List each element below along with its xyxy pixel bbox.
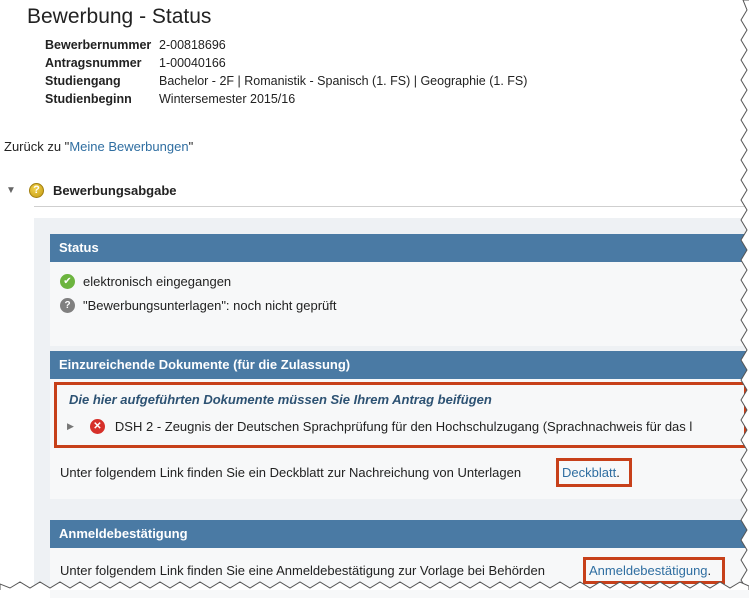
status-text: "Bewerbungsunterlagen": noch nicht geprü… [83, 297, 337, 313]
check-icon: ✔ [60, 273, 75, 289]
info-row: Studiengang Bachelor - 2F | Romanistik -… [45, 72, 527, 90]
application-info: Bewerbernummer 2-00818696 Antragsnummer … [45, 36, 527, 108]
info-value: 2-00818696 [159, 38, 226, 52]
confirmation-text: Unter folgendem Link finden Sie eine Anm… [60, 563, 545, 578]
status-text: elektronisch eingegangen [83, 273, 232, 289]
info-value: 1-00040166 [159, 56, 226, 70]
section-divider [34, 206, 749, 207]
cover-sheet-suffix: . [616, 465, 620, 480]
info-value: Bachelor - 2F | Romanistik - Spanisch (1… [159, 74, 528, 88]
back-suffix: " [188, 139, 194, 154]
section-title: Bewerbungsabgabe [53, 182, 177, 198]
status-item: ? "Bewerbungsunterlagen": noch nicht gep… [50, 293, 749, 317]
confirmation-suffix: . [707, 563, 712, 578]
confirmation-heading: Anmeldebestätigung [50, 520, 749, 548]
required-documents-box: Die hier aufgeführten Dokumente müssen S… [54, 382, 747, 448]
status-heading: Status [50, 234, 749, 262]
back-prefix: Zurück zu " [4, 139, 70, 154]
torn-edge-bottom [0, 581, 749, 590]
confirmation-link[interactable]: Anmeldebestätigung [589, 563, 708, 578]
cover-sheet-link[interactable]: Deckblatt [562, 465, 616, 480]
cover-sheet-text: Unter folgendem Link finden Sie ein Deck… [60, 465, 522, 480]
collapse-triangle-icon[interactable]: ▼ [6, 185, 24, 196]
status-item: ✔ elektronisch eingegangen [50, 269, 749, 293]
status-box: Status ✔ elektronisch eingegangen ? "Bew… [50, 234, 749, 346]
info-row: Bewerbernummer 2-00818696 [45, 36, 527, 54]
info-value: Wintersemester 2015/16 [159, 92, 296, 106]
info-label: Studiengang [45, 74, 121, 88]
expand-triangle-icon[interactable]: ▶ [67, 421, 74, 432]
info-row: Studienbeginn Wintersemester 2015/16 [45, 90, 527, 108]
section-toggle-bewerbungsabgabe[interactable]: ▼ ? Bewerbungsabgabe [6, 180, 177, 200]
required-document-item[interactable]: ▶ ✕ DSH 2 - Zeugnis der Deutschen Sprach… [67, 419, 692, 434]
back-navigation: Zurück zu "Meine Bewerbungen" [4, 139, 193, 154]
question-icon: ? [29, 182, 44, 198]
cover-sheet-link-box: Deckblatt. [556, 458, 632, 487]
required-documents-title: Die hier aufgeführten Dokumente müssen S… [69, 392, 492, 407]
info-label: Antragsnummer [45, 56, 142, 70]
torn-edge-right [740, 0, 749, 590]
required-document-text: DSH 2 - Zeugnis der Deutschen Sprachprüf… [114, 419, 693, 434]
info-label: Bewerbernummer [45, 38, 152, 52]
error-icon: ✕ [89, 419, 105, 434]
info-label: Studienbeginn [45, 92, 132, 106]
question-icon: ? [60, 297, 75, 313]
my-applications-link[interactable]: Meine Bewerbungen [69, 139, 188, 154]
documents-heading: Einzureichende Dokumente (für die Zulass… [50, 351, 749, 379]
info-row: Antragsnummer 1-00040166 [45, 54, 527, 72]
page-title: Bewerbung - Status [27, 5, 212, 28]
